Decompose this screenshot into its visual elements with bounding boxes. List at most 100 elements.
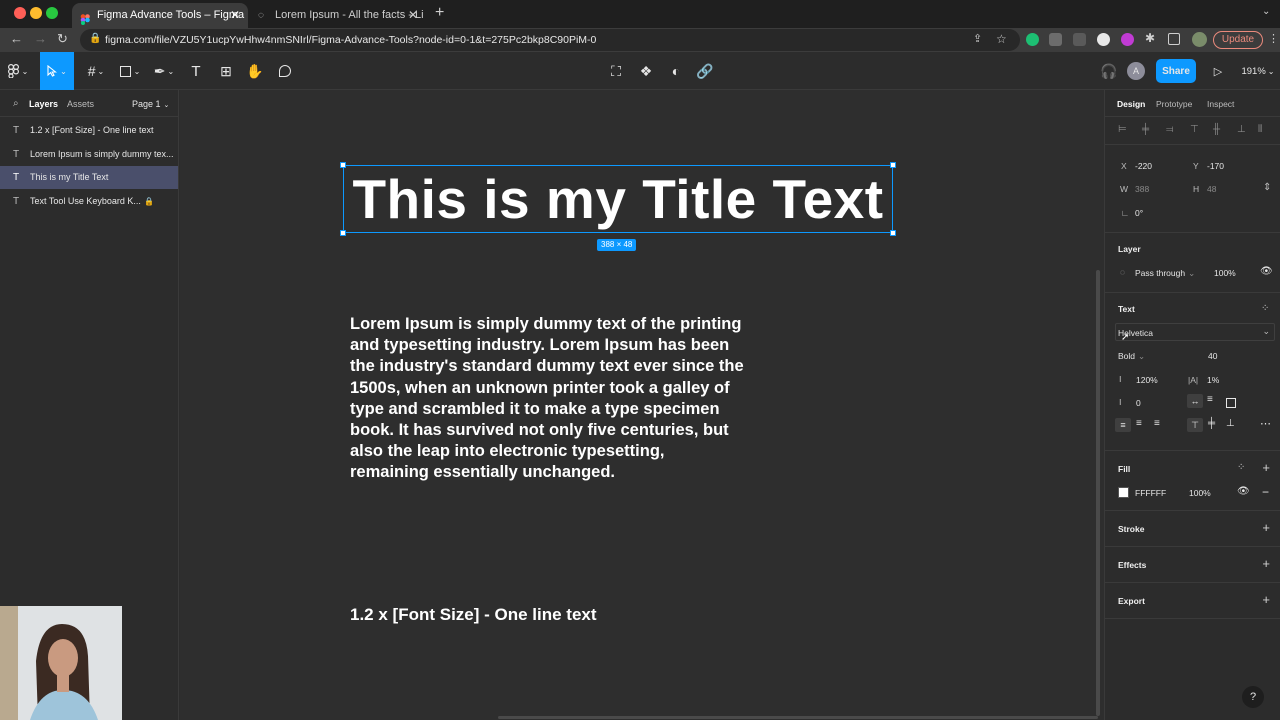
align-vertical-center-icon[interactable]: ╫ [1213, 124, 1220, 135]
rotation-input[interactable]: 0° [1135, 208, 1143, 218]
constrain-proportions-icon[interactable]: ⇕ [1263, 182, 1271, 193]
resize-handle[interactable] [890, 162, 896, 168]
distribute-icon[interactable]: ⫴ [1258, 124, 1262, 135]
tab-prototype[interactable]: Prototype [1156, 99, 1192, 109]
fixed-size-icon[interactable] [1226, 398, 1236, 408]
mask-icon[interactable]: ◐ [666, 52, 686, 90]
layer-opacity-input[interactable]: 100% [1214, 268, 1236, 278]
add-stroke-icon[interactable]: + [1262, 520, 1270, 535]
search-icon[interactable]: ⌕ [13, 98, 19, 109]
align-left-icon[interactable]: ⊨ [1118, 124, 1127, 135]
close-window-button[interactable] [14, 7, 26, 19]
tab-lorem-ipsum[interactable]: ◌ Lorem Ipsum - All the facts - Li ✕ [250, 3, 426, 28]
maximize-window-button[interactable] [46, 7, 58, 19]
close-tab-icon[interactable]: ✕ [408, 3, 418, 28]
back-arrow-icon[interactable]: ← [10, 31, 23, 46]
component-icon[interactable]: ❖ [636, 52, 656, 90]
font-family-dropdown[interactable]: Helvetica ⌄ [1115, 323, 1275, 341]
zoom-dropdown[interactable]: 191% ⌄ [1240, 52, 1276, 90]
tab-inspect[interactable]: Inspect [1207, 99, 1234, 109]
forward-arrow-icon[interactable]: → [34, 31, 47, 46]
text-align-right-icon[interactable]: ≡ [1154, 418, 1160, 429]
pen-tool-icon[interactable]: ✒ ⌄ [150, 52, 178, 90]
help-button[interactable]: ? [1242, 686, 1264, 708]
remove-fill-icon[interactable]: − [1262, 485, 1269, 499]
extension-icon[interactable] [1049, 33, 1062, 46]
layer-row[interactable]: T Text Tool Use Keyboard K... 🔒 [0, 190, 178, 213]
text-tool-icon[interactable]: T [186, 52, 206, 90]
width-input[interactable]: 388 [1135, 184, 1149, 194]
tab-assets[interactable]: Assets [67, 99, 94, 109]
align-bottom-icon[interactable]: ⊥ [1237, 124, 1246, 135]
headphones-icon[interactable]: 🎧 [1099, 52, 1119, 90]
align-middle-text-icon[interactable]: ╪ [1208, 418, 1215, 429]
layer-row[interactable]: T Lorem Ipsum is simply dummy tex... [0, 143, 178, 166]
align-bottom-text-icon[interactable]: ⊥ [1226, 418, 1235, 429]
x-input[interactable]: -220 [1135, 161, 1152, 171]
horizontal-scrollbar[interactable] [498, 716, 1098, 719]
fill-styles-grid-icon[interactable]: ⁘ [1237, 462, 1245, 473]
crop-icon[interactable]: ⛶ [606, 52, 626, 90]
fill-visibility-eye-icon[interactable]: 👁 [1237, 486, 1250, 497]
auto-height-icon[interactable]: ≡ [1207, 394, 1213, 405]
more-options-icon[interactable]: ⋯ [1260, 417, 1271, 430]
browser-menu-icon[interactable]: ⋮ [1268, 32, 1279, 45]
extension-icon[interactable] [1073, 33, 1086, 46]
page-selector[interactable]: Page 1 ⌄ [132, 99, 169, 109]
font-size-input[interactable]: 40 [1208, 351, 1217, 361]
align-top-icon[interactable]: ⊤ [1190, 124, 1199, 135]
fill-color-swatch[interactable] [1118, 487, 1129, 498]
bookmark-star-icon[interactable]: ☆ [996, 32, 1007, 46]
tab-figma[interactable]: Figma Advance Tools – Figma ✕ [72, 3, 248, 28]
tab-list-chevron-icon[interactable]: ⌄ [1262, 6, 1270, 17]
frame-tool-icon[interactable]: # ⌄ [82, 52, 110, 90]
fill-hex-input[interactable]: FFFFFF [1135, 488, 1166, 498]
user-avatar[interactable]: A [1126, 52, 1146, 90]
main-menu-icon[interactable]: ⌄ [4, 52, 32, 90]
move-tool-button[interactable]: ⌄ [40, 52, 74, 90]
add-effect-icon[interactable]: + [1262, 556, 1270, 571]
new-tab-button[interactable]: + [435, 4, 444, 22]
present-play-icon[interactable]: ▷ [1208, 52, 1228, 90]
sidebar-icon[interactable] [1168, 33, 1180, 45]
letter-spacing-input[interactable]: 1% [1207, 375, 1219, 385]
resize-handle[interactable] [340, 162, 346, 168]
comment-tool-icon[interactable] [275, 52, 295, 90]
font-size-text-layer[interactable]: 1.2 x [Font Size] - One line text [350, 605, 597, 625]
align-horizontal-center-icon[interactable]: ╪ [1142, 124, 1149, 135]
line-height-input[interactable]: 120% [1136, 375, 1158, 385]
resources-tool-icon[interactable]: ⊞ [216, 52, 236, 90]
vertical-scrollbar[interactable] [1096, 270, 1100, 716]
close-tab-icon[interactable]: ✕ [230, 3, 240, 28]
title-text-layer[interactable]: This is my Title Text [344, 166, 892, 232]
visibility-eye-icon[interactable]: 👁 [1260, 266, 1273, 277]
y-input[interactable]: -170 [1207, 161, 1224, 171]
profile-avatar[interactable] [1192, 32, 1207, 47]
auto-width-icon[interactable]: ↔ [1187, 394, 1203, 408]
share-button[interactable]: Share [1156, 59, 1196, 83]
minimize-window-button[interactable] [30, 7, 42, 19]
puzzle-extensions-icon[interactable]: ✱ [1145, 31, 1155, 45]
fill-opacity-input[interactable]: 100% [1189, 488, 1211, 498]
align-right-icon[interactable]: ⫤ [1166, 124, 1174, 135]
text-styles-grid-icon[interactable]: ⁘ [1261, 303, 1269, 314]
layer-row-selected[interactable]: T This is my Title Text [0, 166, 178, 189]
resize-handle[interactable] [890, 230, 896, 236]
body-text-layer[interactable]: Lorem Ipsum is simply dummy text of the … [350, 314, 810, 484]
grammarly-extension-icon[interactable] [1026, 33, 1039, 46]
hand-tool-icon[interactable]: ✋ [245, 52, 265, 90]
url-field[interactable]: 🔒 figma.com/file/VZU5Y1ucpYwHhw4nmSNIrl/… [80, 29, 1020, 51]
lock-icon[interactable]: 🔒 [144, 190, 154, 213]
shape-tool-icon[interactable]: ⌄ [116, 52, 144, 90]
link-icon[interactable]: 🔗 [695, 52, 715, 90]
share-page-icon[interactable]: ⇪ [973, 32, 982, 45]
layer-row[interactable]: T 1.2 x [Font Size] - One line text [0, 119, 178, 142]
add-export-icon[interactable]: + [1262, 592, 1270, 607]
blend-mode-dropdown[interactable]: Pass through ⌄ [1135, 268, 1195, 279]
resize-handle[interactable] [340, 230, 346, 236]
font-weight-dropdown[interactable]: Bold ⌄ [1118, 351, 1145, 362]
tab-layers[interactable]: Layers [29, 99, 58, 109]
height-input[interactable]: 48 [1207, 184, 1216, 194]
selection-box[interactable]: This is my Title Text [340, 162, 896, 236]
text-align-left-icon[interactable]: ≡ [1115, 418, 1131, 432]
